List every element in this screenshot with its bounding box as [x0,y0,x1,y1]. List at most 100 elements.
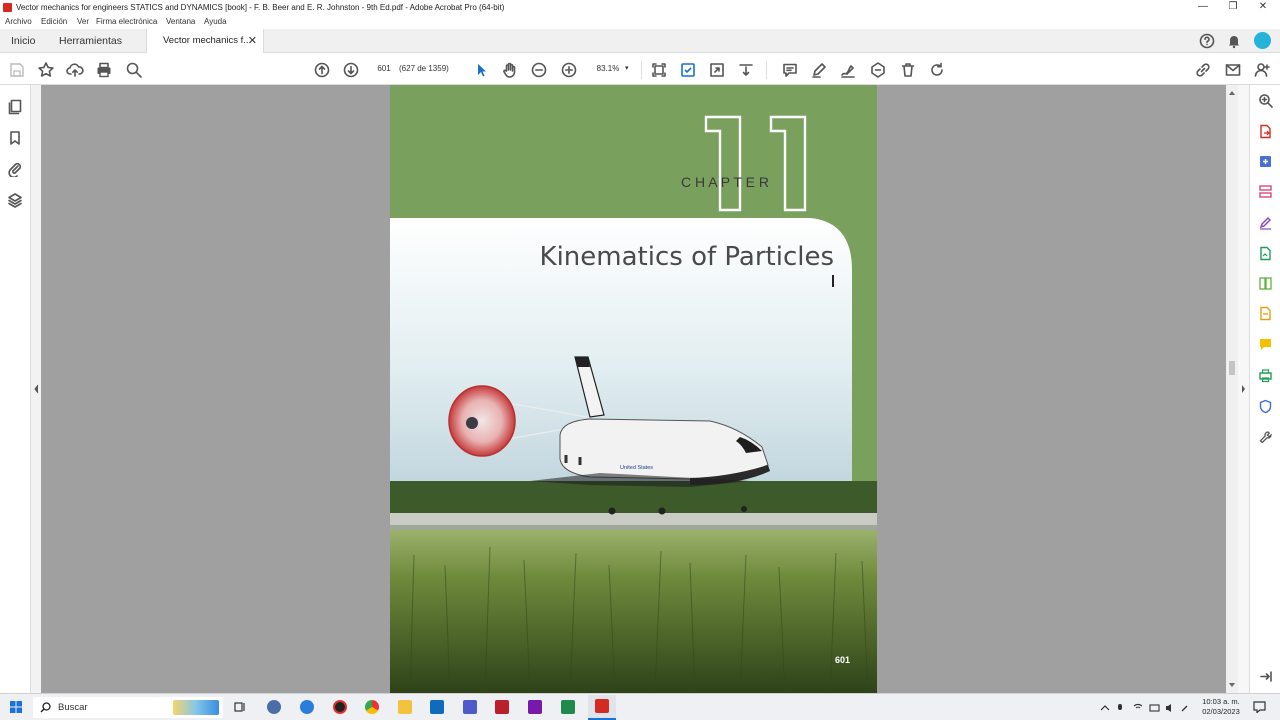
toolbar-divider [641,61,642,79]
organize-pages-icon[interactable] [1258,184,1273,199]
menu-ventana[interactable]: Ventana [166,15,195,29]
save-icon[interactable] [8,61,26,79]
taskbar-excel-icon[interactable] [561,700,575,714]
taskbar-outlook-icon[interactable] [430,700,444,714]
taskbar-time: 10:03 a. m. [1202,697,1240,706]
expand-panel-icon[interactable] [1258,669,1273,684]
sign-icon[interactable] [839,61,857,79]
comment-icon[interactable] [781,61,799,79]
share-link-icon[interactable] [1194,61,1212,79]
taskbar-search-placeholder: Buscar [58,702,88,713]
previous-page-icon[interactable] [313,61,331,79]
pdf-page: C H A P T E R Kinematics of Particles Un… [390,85,877,693]
export-pdf-icon[interactable] [1258,124,1273,139]
search-icon[interactable] [125,61,143,79]
taskbar-app-red-icon[interactable] [495,700,509,714]
compare-files-icon[interactable] [1258,276,1273,291]
taskbar-app-w-icon[interactable] [300,700,314,714]
protect-shield-icon[interactable] [1258,399,1273,414]
tab-inicio[interactable]: Inicio [11,29,36,53]
fill-sign-icon[interactable] [1258,246,1273,261]
scan-ocr-icon[interactable] [679,61,697,79]
help-icon[interactable] [1199,33,1215,49]
tab-herramientas[interactable]: Herramientas [59,29,122,53]
taskbar-chrome-icon[interactable] [365,700,379,714]
export-tool-icon[interactable] [1258,306,1273,321]
chapter-title: Kinematics of Particles [540,242,834,272]
highlight-pen-icon[interactable] [810,61,828,79]
zoom-dropdown-icon[interactable]: ▾ [625,62,629,76]
grass-field [390,515,877,693]
rotate-icon[interactable] [928,61,946,79]
create-pdf-icon[interactable] [1258,154,1273,169]
zoom-tool-icon[interactable] [1258,93,1273,108]
windows-start-icon[interactable] [10,701,22,713]
taskbar-onenote-icon[interactable] [528,700,542,714]
comment-tool-icon[interactable] [1258,337,1273,352]
taskbar-teams-icon[interactable] [463,700,477,714]
taskbar-date: 02/03/2023 [1202,707,1240,716]
maximize-button[interactable]: ❐ [1218,0,1248,15]
zoom-out-icon[interactable] [530,61,548,79]
minimize-button[interactable]: — [1188,0,1218,15]
select-cursor-icon[interactable] [472,61,490,79]
delete-trash-icon[interactable] [899,61,917,79]
taskbar-clock[interactable]: 10:03 a. m. 02/03/2023 [1196,697,1246,717]
edit-pdf-icon[interactable] [1258,215,1273,230]
user-add-icon[interactable] [1253,61,1271,79]
vertical-scrollbar[interactable] [1226,85,1238,693]
taskbar-file-explorer-icon[interactable] [398,700,412,714]
print-production-icon[interactable] [1258,368,1273,383]
collapse-left-panel[interactable] [31,85,41,693]
window-title: Vector mechanics for engineers STATICS a… [16,3,505,12]
hand-tool-icon[interactable] [501,61,519,79]
menu-edicion[interactable]: Edición [41,15,67,29]
tab-document[interactable]: Vector mechanics f... ✕ [146,29,264,53]
menu-archivo[interactable]: Archivo [5,15,32,29]
user-avatar[interactable] [1254,32,1271,49]
layers-icon[interactable] [7,192,23,208]
attachments-paperclip-icon[interactable] [7,161,23,177]
runway-edge [390,525,877,530]
tab-bar: Inicio Herramientas Vector mechanics f..… [0,29,1280,53]
zoom-in-icon[interactable] [560,61,578,79]
stamp-icon[interactable] [869,61,887,79]
upload-cloud-icon[interactable] [66,61,84,79]
windows-taskbar: Buscar 10:03 a. m. 02/03/2023 [0,693,1280,720]
page-number-label: 601 [835,655,850,665]
close-tab-icon[interactable]: ✕ [248,29,257,53]
tab-document-label: Vector mechanics f... [163,35,252,46]
acrobat-app-icon [3,3,12,12]
page-thumbnails-icon[interactable] [7,99,23,115]
taskbar-app-settings-icon[interactable] [333,700,347,714]
next-page-icon[interactable] [342,61,360,79]
email-icon[interactable] [1224,61,1242,79]
full-screen-icon[interactable] [708,61,726,79]
task-view-icon[interactable] [233,700,247,714]
menu-firma-electronica[interactable]: Firma electrónica [96,15,157,29]
taskbar-acrobat-icon [595,699,609,713]
taskbar-app-chatgpt-icon[interactable] [267,700,281,714]
notification-center-icon[interactable] [1253,701,1266,713]
more-tools-wrench-icon[interactable] [1258,430,1273,445]
fit-page-icon[interactable] [650,61,668,79]
system-tray[interactable] [1100,702,1190,714]
zoom-level-field[interactable]: 83.1% [593,62,623,76]
collapse-right-panel[interactable] [1238,85,1249,693]
print-icon[interactable] [95,61,113,79]
document-canvas[interactable]: C H A P T E R Kinematics of Particles Un… [41,85,1226,693]
right-tools-rail [1249,85,1280,693]
notifications-bell-icon[interactable] [1226,33,1242,49]
page-number-input[interactable]: 601 [371,62,397,76]
taskbar-search-icon [40,702,51,713]
close-window-button[interactable]: ✕ [1248,0,1278,15]
taskbar-search-box[interactable]: Buscar [33,697,223,718]
menu-ver[interactable]: Ver [77,15,89,29]
menu-ayuda[interactable]: Ayuda [204,15,227,29]
scroll-mode-icon[interactable] [737,61,755,79]
bookmark-star-icon[interactable] [37,61,55,79]
text-cursor-icon [832,275,834,287]
taskbar-acrobat-active[interactable] [588,695,616,720]
title-bar: Vector mechanics for engineers STATICS a… [0,0,1280,15]
bookmarks-icon[interactable] [7,130,23,146]
